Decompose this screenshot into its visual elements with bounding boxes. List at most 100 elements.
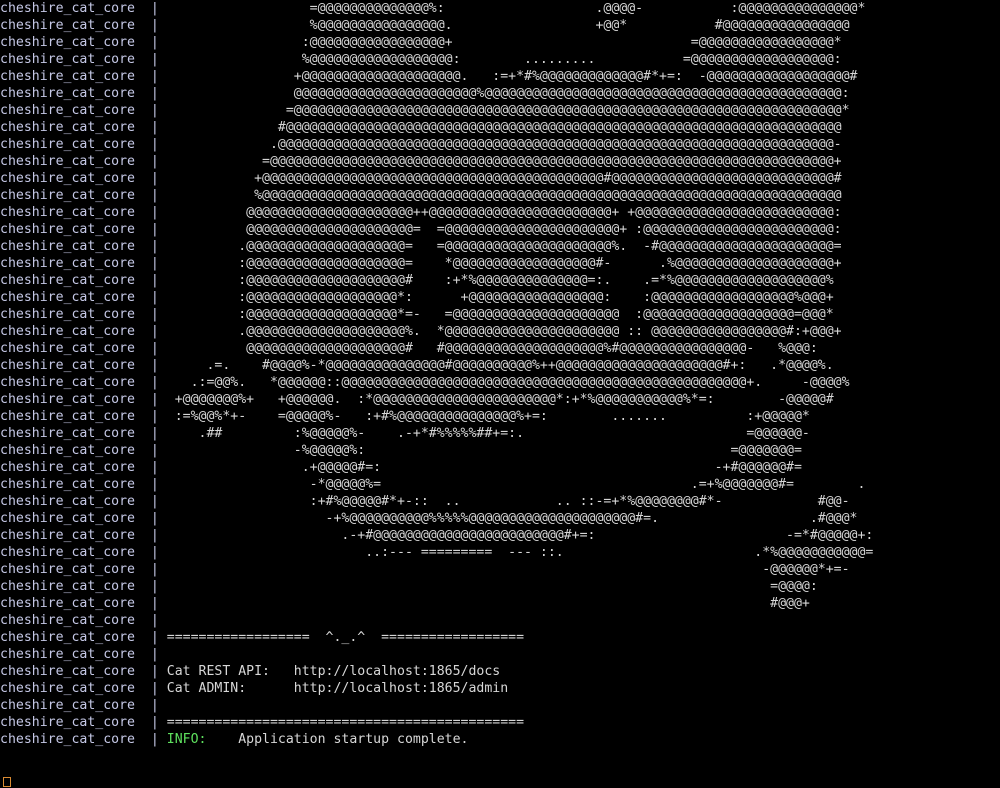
service-name: cheshire_cat_core	[0, 443, 151, 458]
banner-line: Cat REST API: http://localhost:1865/docs	[158, 664, 501, 679]
log-line: cheshire_cat_core | Cat ADMIN: http://lo…	[0, 680, 1000, 697]
ascii-art-line: :@@@@@@@@@@@@@@@@@@@@# :+*%@@@@@@@@@@@@@…	[158, 273, 834, 288]
log-line: cheshire_cat_core | .## :%@@@@@%- .-+*#%…	[0, 425, 1000, 442]
service-name: cheshire_cat_core	[0, 409, 151, 424]
ascii-art-line: :+#%@@@@@#*+-:: .. .. ::-=+*%@@@@@@@@#*-…	[158, 494, 850, 509]
ascii-art-line: :@@@@@@@@@@@@@@@@@@@*=- =@@@@@@@@@@@@@@@…	[158, 307, 834, 322]
gutter-pipe: |	[150, 18, 159, 33]
gutter-pipe: |	[150, 188, 159, 203]
log-line: cheshire_cat_core | @@@@@@@@@@@@@@@@@@@@…	[0, 221, 1000, 238]
log-line: cheshire_cat_core | :@@@@@@@@@@@@@@@@@@@…	[0, 289, 1000, 306]
gutter-pipe: |	[150, 528, 159, 543]
service-name: cheshire_cat_core	[0, 477, 151, 492]
service-name: cheshire_cat_core	[0, 358, 151, 373]
log-line: cheshire_cat_core | -+%@@@@@@@@@@%%%%%@@…	[0, 510, 1000, 527]
log-line: cheshire_cat_core | .@@@@@@@@@@@@@@@@@@@…	[0, 136, 1000, 153]
gutter-pipe: |	[150, 392, 159, 407]
log-line: cheshire_cat_core | -@@@@@@*+=-	[0, 561, 1000, 578]
service-name: cheshire_cat_core	[0, 664, 151, 679]
log-line: cheshire_cat_core | =@@@@@@@@@@@@@@@@@@@…	[0, 153, 1000, 170]
ascii-art-line: -@@@@@@*+=-	[158, 562, 850, 577]
gutter-pipe: |	[150, 35, 159, 50]
ascii-art-line: .## :%@@@@@%- .-+*#%%%%%##+=:. =@@@@@@-	[158, 426, 810, 441]
log-line: cheshire_cat_core | Cat REST API: http:/…	[0, 663, 1000, 680]
gutter-pipe: |	[150, 137, 159, 152]
gutter-pipe: |	[150, 290, 159, 305]
service-name: cheshire_cat_core	[0, 392, 151, 407]
gutter-pipe: |	[150, 239, 159, 254]
gutter-pipe: |	[150, 375, 159, 390]
service-name: cheshire_cat_core	[0, 69, 151, 84]
service-name: cheshire_cat_core	[0, 647, 151, 662]
gutter-pipe: |	[150, 154, 159, 169]
service-name: cheshire_cat_core	[0, 86, 151, 101]
gutter-pipe: |	[150, 630, 159, 645]
gutter-pipe: |	[150, 358, 159, 373]
service-name: cheshire_cat_core	[0, 732, 151, 747]
gutter-pipe: |	[150, 681, 159, 696]
service-name: cheshire_cat_core	[0, 579, 151, 594]
gutter-pipe: |	[150, 103, 159, 118]
service-name: cheshire_cat_core	[0, 511, 151, 526]
ascii-art-line: @@@@@@@@@@@@@@@@@@@@@++@@@@@@@@@@@@@@@@@…	[158, 205, 842, 220]
gutter-pipe: |	[150, 562, 159, 577]
log-line: cheshire_cat_core | +@@@@@@@%+ +@@@@@@. …	[0, 391, 1000, 408]
ascii-art-line: +@@@@@@@@@@@@@@@@@@@@. :=+*#%@@@@@@@@@@@…	[158, 69, 858, 84]
ascii-art-line: :@@@@@@@@@@@@@@@@@@@@= *@@@@@@@@@@@@@@@@…	[158, 256, 842, 271]
log-line: cheshire_cat_core | %@@@@@@@@@@@@@@@@. +…	[0, 17, 1000, 34]
service-name: cheshire_cat_core	[0, 188, 151, 203]
log-line: cheshire_cat_core | @@@@@@@@@@@@@@@@@@@@…	[0, 85, 1000, 102]
log-line: cheshire_cat_core | .-+#@@@@@@@@@@@@@@@@…	[0, 527, 1000, 544]
service-name: cheshire_cat_core	[0, 630, 151, 645]
ascii-art-line: #@@@@@@@@@@@@@@@@@@@@@@@@@@@@@@@@@@@@@@@…	[158, 120, 842, 135]
ascii-art-line: :=%@@%*+- =@@@@@%- :+#%@@@@@@@@@@@@@@@%+…	[158, 409, 810, 424]
gutter-pipe: |	[150, 120, 159, 135]
terminal-cursor	[3, 777, 11, 787]
terminal-window[interactable]: cheshire_cat_core | =@@@@@@@@@@@@@@%: .@…	[0, 0, 1000, 788]
log-line: cheshire_cat_core | :+#%@@@@@#*+-:: .. .…	[0, 493, 1000, 510]
log-line: cheshire_cat_core | .:=@@%. *@@@@@@::@@@…	[0, 374, 1000, 391]
log-line: cheshire_cat_core | ================== ^…	[0, 629, 1000, 646]
service-name: cheshire_cat_core	[0, 290, 151, 305]
ascii-art-line: .+@@@@@#=: -+#@@@@@@#=	[158, 460, 802, 475]
service-name: cheshire_cat_core	[0, 171, 151, 186]
service-name: cheshire_cat_core	[0, 137, 151, 152]
banner-line: Cat ADMIN: http://localhost:1865/admin	[158, 681, 509, 696]
service-name: cheshire_cat_core	[0, 528, 151, 543]
service-name: cheshire_cat_core	[0, 426, 151, 441]
gutter-pipe: |	[150, 409, 159, 424]
log-line: cheshire_cat_core | .=. #@@@@%-*@@@@@@@@…	[0, 357, 1000, 374]
gutter-pipe: |	[150, 613, 159, 628]
service-name: cheshire_cat_core	[0, 273, 151, 288]
ascii-art-line: .@@@@@@@@@@@@@@@@@@@@= =@@@@@@@@@@@@@@@@…	[158, 239, 842, 254]
log-line: cheshire_cat_core | :@@@@@@@@@@@@@@@@@@@…	[0, 272, 1000, 289]
log-message: Application startup complete.	[206, 732, 469, 747]
service-name: cheshire_cat_core	[0, 35, 151, 50]
log-line: cheshire_cat_core | ====================…	[0, 714, 1000, 731]
ascii-art-line: :@@@@@@@@@@@@@@@@@+ =@@@@@@@@@@@@@@@@@*	[158, 35, 842, 50]
ascii-art-line: =@@@@@@@@@@@@@@@@@@@@@@@@@@@@@@@@@@@@@@@…	[158, 154, 842, 169]
service-name: cheshire_cat_core	[0, 613, 151, 628]
service-name: cheshire_cat_core	[0, 18, 151, 33]
log-line: cheshire_cat_core | :@@@@@@@@@@@@@@@@@@@…	[0, 306, 1000, 323]
service-name: cheshire_cat_core	[0, 324, 151, 339]
service-name: cheshire_cat_core	[0, 222, 151, 237]
ascii-art-line: %@@@@@@@@@@@@@@@@@@: ......... =@@@@@@@@…	[158, 52, 842, 67]
gutter-pipe: |	[150, 511, 159, 526]
service-name: cheshire_cat_core	[0, 239, 151, 254]
ascii-art-line: .@@@@@@@@@@@@@@@@@@@@%. *@@@@@@@@@@@@@@@…	[158, 324, 842, 339]
ascii-art-line: #@@@+	[158, 596, 810, 611]
ascii-art-line: .-+#@@@@@@@@@@@@@@@@@@@@@@@@#+=: -=*#@@@…	[158, 528, 874, 543]
service-name: cheshire_cat_core	[0, 698, 151, 713]
gutter-pipe: |	[150, 664, 159, 679]
gutter-pipe: |	[150, 426, 159, 441]
log-line: cheshire_cat_core | +@@@@@@@@@@@@@@@@@@@…	[0, 170, 1000, 187]
log-line: cheshire_cat_core | #@@@@@@@@@@@@@@@@@@@…	[0, 119, 1000, 136]
gutter-pipe: |	[150, 52, 159, 67]
gutter-pipe: |	[150, 494, 159, 509]
gutter-pipe: |	[150, 256, 159, 271]
log-line: cheshire_cat_core | =@@@@@@@@@@@@@@@@@@@…	[0, 102, 1000, 119]
ascii-art-line: .@@@@@@@@@@@@@@@@@@@@@@@@@@@@@@@@@@@@@@@…	[158, 137, 842, 152]
log-line: cheshire_cat_core | .+@@@@@#=: -+#@@@@@@…	[0, 459, 1000, 476]
gutter-pipe: |	[150, 307, 159, 322]
